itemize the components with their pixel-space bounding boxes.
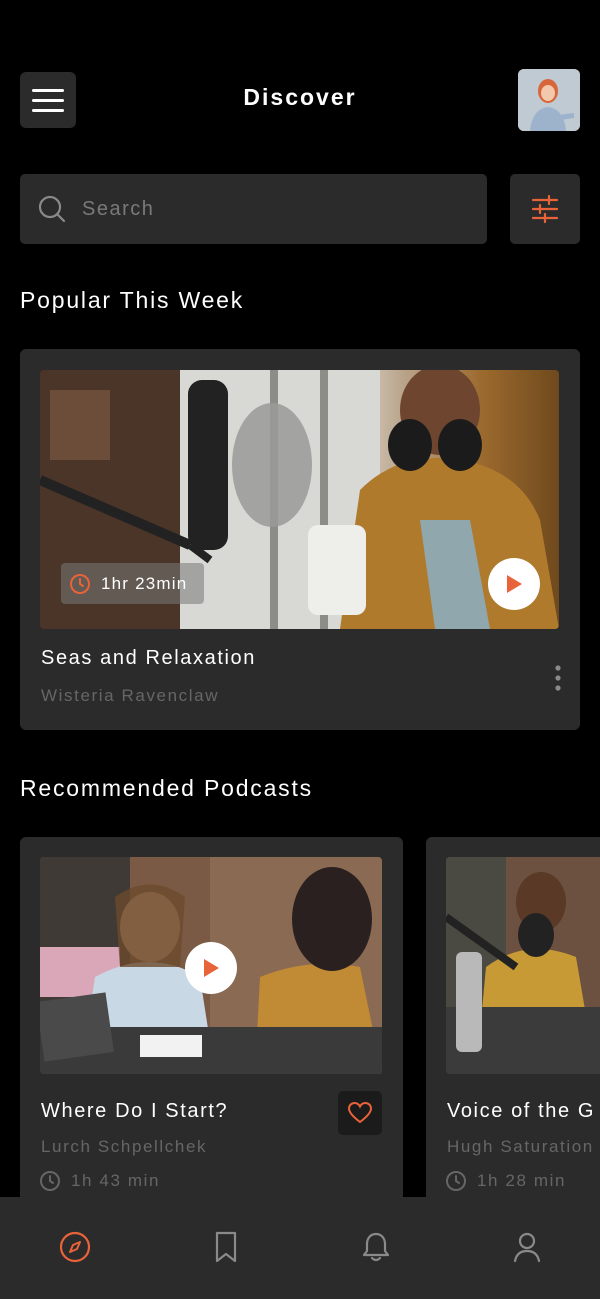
- avatar[interactable]: [518, 69, 580, 131]
- play-icon: [507, 575, 522, 593]
- bell-icon: [362, 1232, 390, 1262]
- nav-notifications[interactable]: [356, 1227, 396, 1267]
- recommended-card[interactable]: Voice of the G Hugh Saturation 1h 28 min: [426, 837, 600, 1237]
- sliders-icon: [531, 194, 559, 224]
- filter-button[interactable]: [510, 174, 580, 244]
- avatar-image: [518, 69, 580, 131]
- search-bar[interactable]: [20, 174, 487, 244]
- nav-profile[interactable]: [507, 1227, 547, 1267]
- podcast-title[interactable]: Voice of the G: [447, 1100, 595, 1123]
- bookmark-icon: [215, 1231, 237, 1263]
- clock-icon: [70, 573, 90, 594]
- podcast-author: Hugh Saturation: [447, 1137, 594, 1156]
- recommended-card[interactable]: Where Do I Start? Lurch Schpellchek 1h 4…: [20, 837, 403, 1237]
- play-icon: [204, 959, 219, 977]
- duration-badge: 1hr 23min: [61, 563, 204, 604]
- podcast-title[interactable]: Seas and Relaxation: [41, 647, 256, 670]
- podcast-title[interactable]: Where Do I Start?: [41, 1100, 228, 1123]
- recommended-section-title: Recommended Podcasts: [20, 775, 313, 801]
- page-title: Discover: [243, 84, 357, 110]
- recommended-card-image: [446, 857, 600, 1074]
- more-vertical-icon: [555, 665, 561, 691]
- duration-text: 1hr 23min: [101, 573, 188, 593]
- podcast-author: Wisteria Ravenclaw: [41, 686, 220, 705]
- heart-icon: [347, 1101, 373, 1124]
- search-icon: [38, 195, 66, 223]
- clock-icon: [446, 1171, 466, 1191]
- user-icon: [513, 1232, 541, 1263]
- nav-discover[interactable]: [55, 1227, 95, 1267]
- duration-text: 1h 28 min: [477, 1171, 567, 1190]
- play-button[interactable]: [488, 558, 540, 610]
- nav-bookmarks[interactable]: [206, 1227, 246, 1267]
- duration-text: 1h 43 min: [71, 1171, 161, 1190]
- more-options-button[interactable]: [548, 664, 568, 694]
- play-button[interactable]: [185, 942, 237, 994]
- podcast-duration: 1h 28 min: [445, 1170, 566, 1192]
- podcast-photo: [446, 857, 600, 1074]
- clock-icon: [40, 1171, 60, 1191]
- compass-icon: [59, 1231, 91, 1263]
- search-input[interactable]: [82, 197, 442, 221]
- podcast-author: Lurch Schpellchek: [41, 1137, 208, 1156]
- podcast-duration: 1h 43 min: [39, 1170, 160, 1192]
- popular-section-title: Popular This Week: [20, 287, 245, 313]
- favorite-button[interactable]: [338, 1091, 382, 1135]
